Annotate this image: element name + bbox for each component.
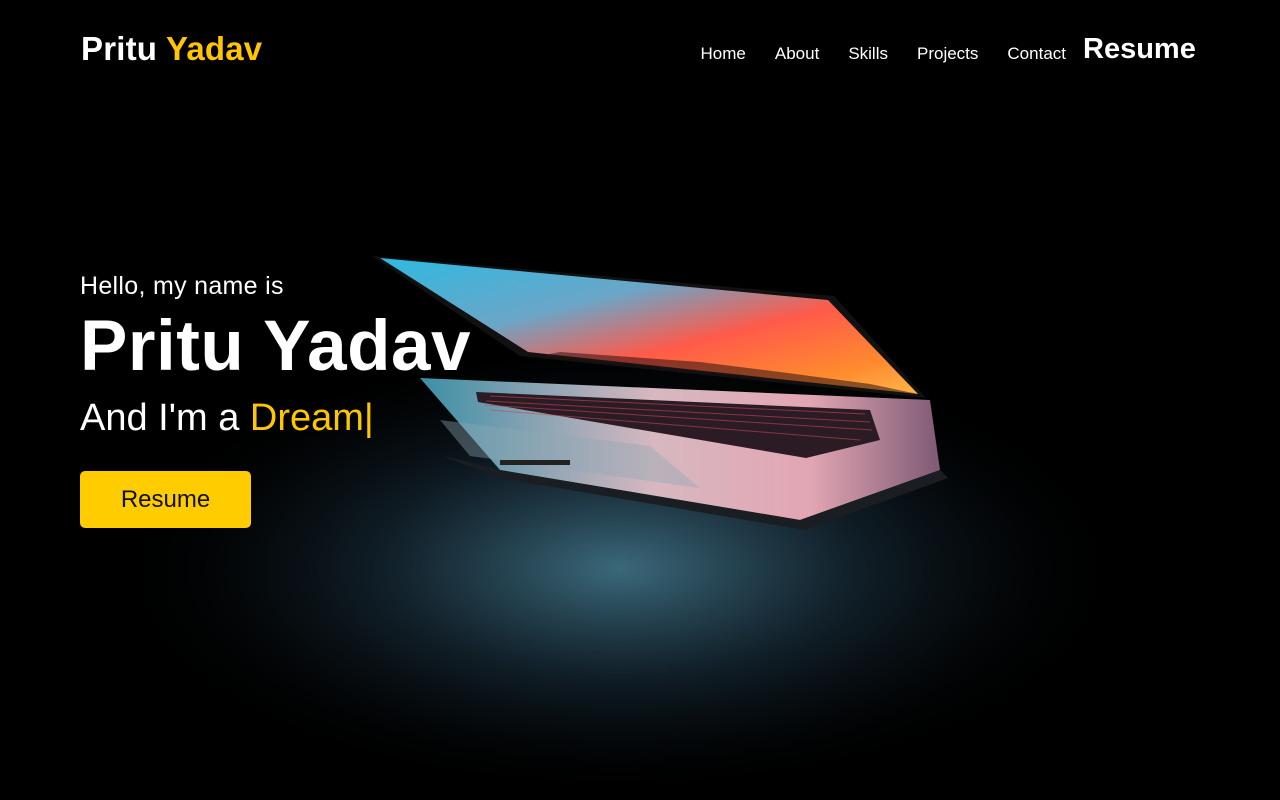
nav-projects[interactable]: Projects — [917, 44, 978, 64]
nav-contact[interactable]: Contact — [1007, 44, 1066, 64]
logo[interactable]: Pritu Yadav — [81, 30, 262, 68]
hero-section: Pritu Yadav Home About Skills Projects C… — [0, 0, 1280, 800]
resume-button[interactable]: Resume — [80, 471, 251, 528]
nav-about[interactable]: About — [775, 44, 819, 64]
typing-cursor: | — [363, 397, 374, 439]
navbar: Pritu Yadav Home About Skills Projects C… — [0, 0, 1280, 100]
logo-first-name: Pritu — [81, 30, 158, 67]
role-line: And I'm a Dream| — [80, 395, 471, 441]
logo-last-name: Yadav — [165, 30, 263, 67]
nav-links: Home About Skills Projects Contact — [672, 44, 1066, 64]
greeting-text: Hello, my name is — [80, 272, 284, 300]
nav-resume[interactable]: Resume — [1083, 33, 1196, 66]
typed-role: Dream — [249, 397, 364, 439]
intro-block: Hello, my name is Pritu Yadav And I'm a … — [80, 272, 471, 441]
role-prefix: And I'm a — [80, 397, 250, 439]
nav-skills[interactable]: Skills — [848, 44, 888, 64]
nav-home[interactable]: Home — [701, 44, 746, 64]
hero-name: Pritu Yadav — [80, 307, 471, 386]
